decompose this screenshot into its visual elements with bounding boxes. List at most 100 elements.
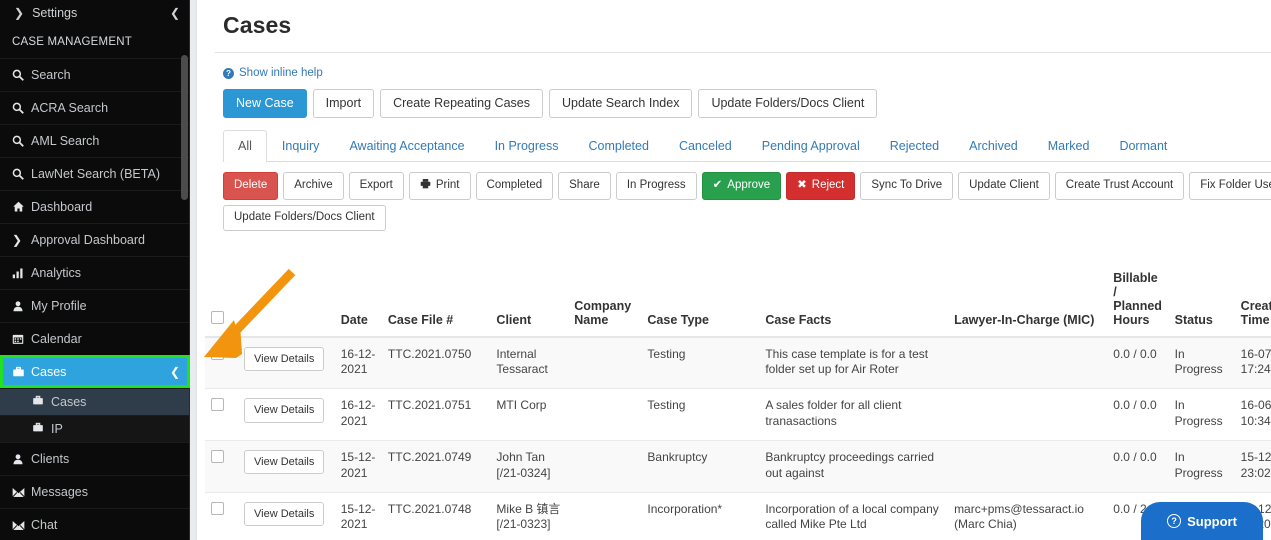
sidebar-item-aml-search[interactable]: AML Search: [0, 124, 190, 157]
tab-canceled[interactable]: Canceled: [664, 130, 747, 162]
cell-case-file: TTC.2021.0751: [381, 388, 491, 441]
table-header: Date Case File # Client Company Name Cas…: [205, 264, 1271, 338]
update-folders-docs-client-action-button[interactable]: Update Folders/Docs Client: [223, 204, 386, 231]
briefcase-icon: [32, 422, 51, 436]
update-folders-docs-client-button[interactable]: Update Folders/Docs Client: [698, 89, 878, 118]
view-details-button[interactable]: View Details: [244, 501, 325, 527]
cell-company-name: [568, 492, 642, 540]
company-name-header[interactable]: Company Name: [568, 264, 642, 338]
create-trust-account-button[interactable]: Create Trust Account: [1054, 172, 1185, 200]
row-checkbox[interactable]: [211, 449, 224, 463]
case-file-header[interactable]: Case File #: [381, 264, 491, 338]
tab-marked[interactable]: Marked: [1033, 130, 1105, 162]
update-client-button[interactable]: Update Client: [958, 172, 1050, 200]
sidebar-item-label: Search: [31, 68, 71, 82]
new-case-button[interactable]: New Case: [223, 89, 307, 118]
approve-button[interactable]: ✔ Approve: [701, 172, 782, 200]
sidebar-item-acra-search[interactable]: ACRA Search: [0, 91, 190, 124]
sidebar-settings-label: Settings: [32, 6, 78, 20]
lawyer-in-charge-header[interactable]: Lawyer-In-Charge (MIC): [948, 264, 1108, 338]
date-header[interactable]: Date: [334, 264, 382, 338]
update-search-index-button[interactable]: Update Search Index: [549, 89, 693, 118]
sidebar-item-calendar[interactable]: Calendar: [0, 322, 190, 355]
approve-label: Approve: [727, 179, 771, 191]
in-progress-button[interactable]: In Progress: [615, 172, 697, 200]
cell-lawyer-in-charge: [948, 388, 1108, 441]
row-checkbox[interactable]: [211, 398, 224, 412]
sidebar-item-search[interactable]: Search: [0, 58, 190, 91]
view-details-button[interactable]: View Details: [244, 449, 325, 475]
tab-inquiry[interactable]: Inquiry: [267, 130, 335, 162]
row-select-cell: [205, 440, 239, 493]
select-all-checkbox[interactable]: [211, 310, 224, 324]
tab-pending-approval[interactable]: Pending Approval: [747, 130, 875, 162]
sidebar-subitem-label: IP: [51, 422, 63, 436]
case-facts-header[interactable]: Case Facts: [759, 264, 949, 338]
tab-archived[interactable]: Archived: [954, 130, 1033, 162]
briefcase-icon: [12, 366, 31, 378]
sidebar-item-my-profile[interactable]: My Profile: [0, 289, 190, 322]
sidebar-item-analytics[interactable]: Analytics: [0, 256, 190, 289]
search-icon: [12, 168, 31, 180]
tab-rejected[interactable]: Rejected: [875, 130, 954, 162]
tab-in-progress[interactable]: In Progress: [480, 130, 574, 162]
sync-to-drive-button[interactable]: Sync To Drive: [860, 172, 954, 200]
cell-hours: 0.0 / 0.0: [1107, 336, 1169, 390]
fix-folder-user-button[interactable]: Fix Folder User: [1189, 172, 1271, 200]
sidebar-item-clients[interactable]: Clients: [0, 442, 190, 475]
cell-client: MTI Corp: [490, 388, 569, 441]
client-header[interactable]: Client: [490, 264, 569, 338]
view-details-button[interactable]: View Details: [244, 398, 325, 423]
tab-all[interactable]: All: [223, 130, 267, 162]
sidebar-item-settings[interactable]: ❯ Settings ❮: [0, 0, 190, 26]
table-row[interactable]: View Details 15-12-2021 TTC.2021.0749 Jo…: [205, 440, 1271, 493]
printer-icon: [420, 178, 431, 194]
collapse-sidebar-icon[interactable]: ❮: [170, 6, 180, 20]
create-time-header[interactable]: Create Time: [1234, 264, 1271, 338]
row-checkbox[interactable]: [211, 501, 224, 515]
export-button[interactable]: Export: [348, 172, 404, 200]
archive-button[interactable]: Archive: [283, 172, 344, 200]
billable-planned-hours-header[interactable]: Billable / Planned Hours: [1107, 264, 1169, 338]
share-button[interactable]: Share: [558, 172, 611, 200]
sidebar-item-dashboard[interactable]: Dashboard: [0, 190, 190, 223]
show-inline-help-link[interactable]: ? Show inline help: [223, 67, 1271, 79]
row-actions-cell: View Details: [238, 336, 335, 390]
cases-table: Date Case File # Client Company Name Cas…: [205, 264, 1271, 540]
sidebar-subitem-cases[interactable]: Cases: [0, 388, 190, 415]
sidebar-subitem-ip[interactable]: IP: [0, 415, 190, 442]
completed-button[interactable]: Completed: [475, 172, 554, 200]
sidebar-item-messages[interactable]: Messages: [0, 475, 190, 508]
envelope-icon: [12, 520, 31, 531]
support-button[interactable]: ? Support: [1141, 502, 1263, 540]
user-icon: [12, 453, 31, 465]
user-icon: [12, 300, 31, 312]
create-repeating-cases-button[interactable]: Create Repeating Cases: [380, 89, 543, 118]
print-button[interactable]: Print: [408, 172, 471, 200]
tab-completed[interactable]: Completed: [573, 130, 663, 162]
chevron-left-icon[interactable]: ❮: [170, 365, 180, 379]
chevron-right-icon: ❯: [14, 6, 25, 20]
sidebar-item-lawnet-search[interactable]: LawNet Search (BETA): [0, 157, 190, 190]
actions-header: [238, 264, 335, 338]
tab-awaiting-acceptance[interactable]: Awaiting Acceptance: [334, 130, 479, 162]
table-row[interactable]: View Details 16-12-2021 TTC.2021.0751 MT…: [205, 388, 1271, 441]
import-button[interactable]: Import: [312, 89, 375, 118]
tab-dormant[interactable]: Dormant: [1104, 130, 1182, 162]
row-checkbox[interactable]: [211, 346, 224, 360]
table-row[interactable]: View Details 15-12-2021 TTC.2021.0748 Mi…: [205, 492, 1271, 540]
view-details-button[interactable]: View Details: [244, 346, 325, 372]
delete-button[interactable]: Delete: [223, 172, 279, 200]
sidebar-item-approval-dashboard[interactable]: ❯ Approval Dashboard: [0, 223, 190, 256]
sidebar-item-label: AML Search: [31, 134, 100, 148]
sidebar-item-chat[interactable]: Chat: [0, 508, 190, 540]
briefcase-icon: [32, 395, 51, 409]
sidebar-scrollbar[interactable]: [181, 55, 188, 200]
sidebar-item-cases[interactable]: Cases ❮: [0, 355, 190, 388]
case-type-header[interactable]: Case Type: [641, 264, 760, 338]
status-header[interactable]: Status: [1168, 264, 1235, 338]
row-actions-cell: View Details: [238, 440, 335, 493]
reject-button[interactable]: ✖ Reject: [786, 172, 856, 200]
table-row[interactable]: View Details 16-12-2021 TTC.2021.0750 In…: [205, 336, 1271, 390]
page-title: Cases: [223, 12, 292, 38]
